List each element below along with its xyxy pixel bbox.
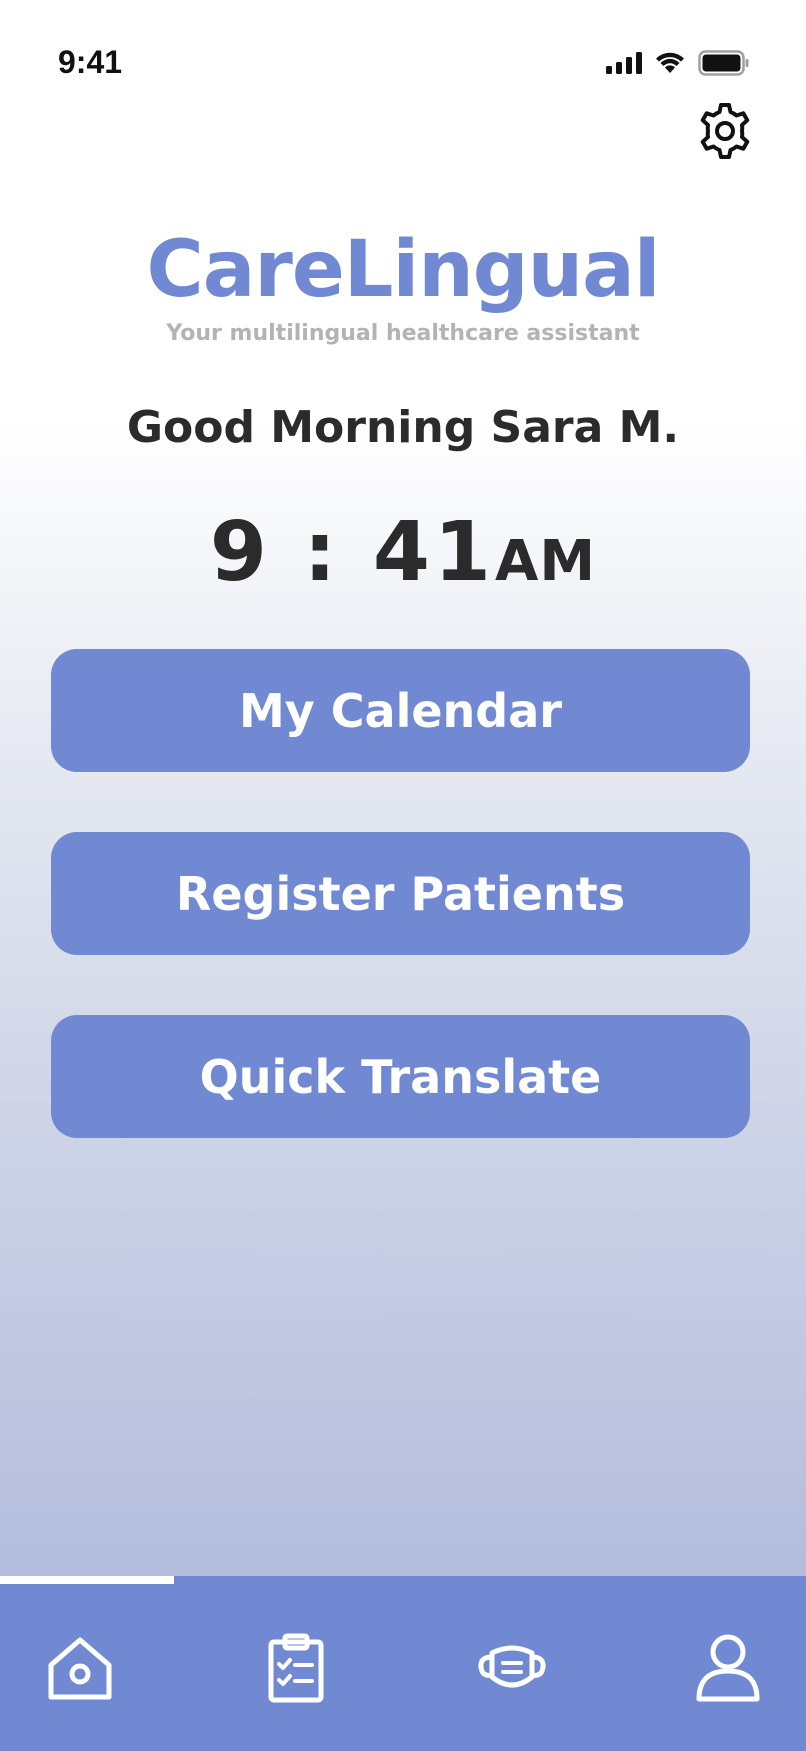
bottom-nav bbox=[0, 1576, 806, 1751]
clipboard-checklist-icon bbox=[268, 1633, 324, 1703]
active-tab-indicator bbox=[0, 1576, 174, 1584]
home-icon bbox=[48, 1637, 112, 1700]
my-calendar-button[interactable]: My Calendar bbox=[51, 649, 750, 772]
gear-icon bbox=[700, 103, 750, 159]
nav-home[interactable] bbox=[40, 1628, 120, 1708]
app-title: CareLingual bbox=[146, 225, 661, 315]
battery-icon bbox=[698, 50, 749, 76]
app-subtitle: Your multilingual healthcare assistant bbox=[166, 321, 640, 346]
greeting-text: Good Morning Sara M. bbox=[126, 402, 680, 453]
clock-display: 9 : 41AM bbox=[0, 505, 806, 600]
wifi-icon bbox=[656, 52, 684, 73]
brand-header: CareLingual Your multilingual healthcare… bbox=[0, 225, 806, 346]
quick-translate-button[interactable]: Quick Translate bbox=[51, 1015, 750, 1138]
status-bar: 9:41 bbox=[0, 0, 806, 120]
nav-tasks[interactable] bbox=[256, 1628, 336, 1708]
user-icon bbox=[696, 1634, 760, 1702]
nav-profile[interactable] bbox=[688, 1628, 768, 1708]
status-icons bbox=[606, 50, 750, 76]
nav-mask[interactable] bbox=[472, 1628, 552, 1708]
face-mask-icon bbox=[478, 1645, 546, 1688]
clock-time: 9 : 41 bbox=[209, 505, 495, 600]
settings-button[interactable] bbox=[696, 102, 754, 160]
register-patients-button[interactable]: Register Patients bbox=[51, 832, 750, 955]
clock-period: AM bbox=[494, 529, 597, 594]
status-time: 9:41 bbox=[58, 44, 123, 80]
signal-icon bbox=[606, 52, 642, 74]
